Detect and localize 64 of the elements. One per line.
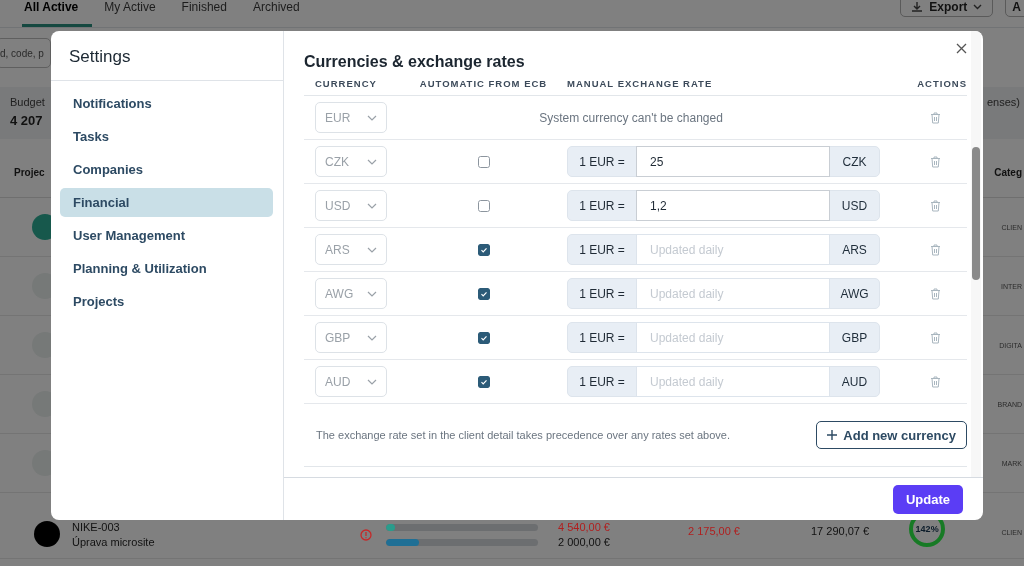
tab[interactable]: All Active	[22, 0, 93, 27]
add-currency-button[interactable]: Add new currency	[816, 421, 967, 449]
checkbox[interactable]	[478, 199, 490, 212]
checkbox[interactable]	[478, 243, 490, 256]
update-button[interactable]: Update	[892, 484, 963, 514]
download-icon	[911, 1, 924, 13]
plus-icon	[827, 430, 838, 440]
footnote-text: The exchange rate set in the client detail takes precedence over any rates set above.	[316, 429, 730, 441]
column-header: MANUAL EXCHANGE RATE	[567, 78, 713, 89]
chevron-icon	[367, 158, 377, 165]
trash-icon[interactable]	[930, 243, 941, 256]
sidebar-item[interactable]: Financial	[60, 188, 273, 217]
column-header: ACTIONS	[917, 78, 967, 89]
column-header: Categ	[994, 166, 1022, 178]
trash-icon[interactable]	[930, 375, 941, 388]
amount: 4 540,00 €	[558, 521, 611, 533]
caret-icon	[973, 4, 983, 10]
trash-icon[interactable]	[930, 287, 941, 300]
section-title: Currencies & exchange rates	[304, 53, 526, 71]
close-icon[interactable]	[956, 43, 967, 54]
sidebar-item[interactable]: Planning & Utilization	[60, 254, 273, 283]
amount: 2 175,00 €	[688, 525, 740, 537]
sidebar-item[interactable]: Projects	[60, 287, 273, 316]
checkbox[interactable]	[478, 375, 490, 388]
project-name: Úprava microsite	[72, 536, 156, 548]
amount: 2 000,00 €	[558, 536, 611, 548]
trash-icon[interactable]	[930, 155, 941, 168]
column-header: Projec	[14, 166, 45, 178]
chevron-icon	[367, 334, 377, 341]
checkbox[interactable]	[478, 287, 490, 300]
chevron-icon	[367, 114, 377, 121]
sidebar-item[interactable]: Companies	[60, 155, 273, 184]
search-field[interactable]: d, code, p	[0, 38, 51, 68]
checkbox[interactable]	[478, 331, 490, 344]
chevron-icon	[367, 378, 377, 385]
button[interactable]: A	[1005, 0, 1024, 17]
tab[interactable]: My Active	[102, 0, 170, 27]
export-button[interactable]: Export	[900, 0, 994, 17]
sidebar-item[interactable]: Notifications	[60, 89, 273, 118]
column-header: AUTOMATIC FROM ECB	[419, 78, 548, 89]
trash-icon[interactable]	[930, 199, 941, 212]
amount: 17 290,07 €	[811, 525, 870, 537]
budget-note: enses)	[986, 96, 1020, 110]
trash-icon[interactable]	[930, 331, 941, 344]
checkbox[interactable]	[478, 155, 490, 168]
project-code: NIKE-003	[72, 521, 121, 533]
chevron-icon	[367, 246, 377, 253]
rate-field[interactable]: 1 EUR = 1,2 USD	[567, 190, 880, 221]
budget-label: Budget	[10, 96, 45, 108]
trash-icon[interactable]	[930, 111, 941, 124]
info-text: System currency can't be changed	[539, 110, 723, 125]
scrollbar[interactable]	[971, 31, 981, 477]
budget-value: 4 207	[10, 113, 44, 128]
tab[interactable]: Archived	[250, 0, 314, 27]
column-header: CURRENCY	[315, 78, 377, 89]
sidebar-item[interactable]: Tasks	[60, 122, 273, 151]
percent-label: 142%	[914, 524, 940, 534]
rate-field[interactable]: 1 EUR = 25 CZK	[567, 146, 880, 177]
tab[interactable]: Finished	[179, 0, 241, 27]
sidebar-item[interactable]: User Management	[60, 221, 273, 250]
chevron-icon	[367, 202, 377, 209]
dialog-title: Settings	[51, 31, 283, 81]
warning-icon	[360, 529, 372, 541]
chevron-icon	[367, 290, 377, 297]
